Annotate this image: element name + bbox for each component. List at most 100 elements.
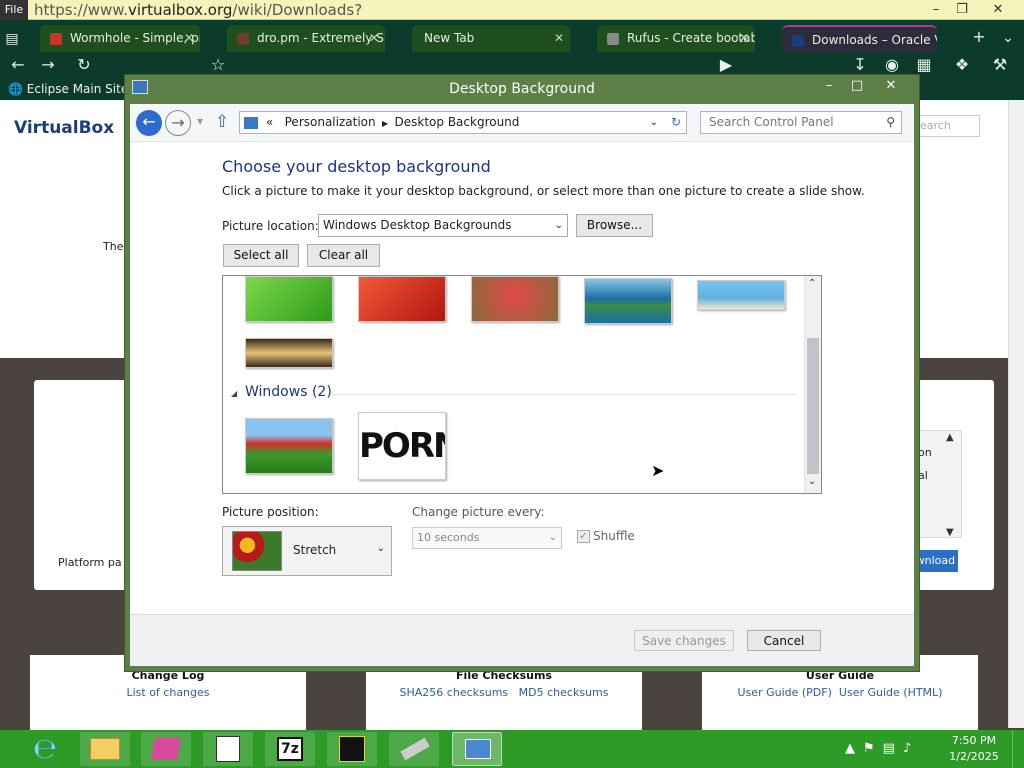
save-changes-button[interactable]: Save changes (634, 630, 734, 651)
shuffle-checkbox[interactable]: ✓ (577, 530, 590, 543)
close-tab-icon[interactable]: ✕ (184, 25, 194, 52)
forward-icon[interactable]: → (36, 54, 60, 76)
page-icon[interactable]: ▦ (912, 54, 936, 76)
bookmark-eclipse[interactable]: 🌐 Eclipse Main Site (8, 80, 128, 98)
new-tab-icon[interactable]: + (968, 26, 990, 48)
volume-icon[interactable]: ♪ (903, 741, 919, 756)
card-link[interactable]: User Guide (PDF) (738, 686, 832, 699)
chevron-down-icon[interactable]: ▼ (946, 527, 954, 538)
download-icon[interactable]: ↧ (848, 54, 872, 76)
search-control-panel-input[interactable]: Search Control Panel ⚲ (700, 111, 902, 134)
card-link[interactable]: SHA256 checksums (400, 686, 509, 699)
breadcrumb-prefix[interactable]: « (266, 115, 273, 129)
picture-location-value: Windows Desktop Backgrounds (323, 218, 512, 232)
card-link[interactable]: MD5 checksums (519, 686, 609, 699)
clear-all-button[interactable]: Clear all (307, 244, 380, 267)
7zip-icon[interactable]: 7z (265, 732, 315, 766)
close-tab-icon[interactable]: ✕ (369, 25, 379, 52)
close-icon[interactable]: ✕ (878, 78, 904, 94)
refresh-icon[interactable]: ↻ (671, 112, 681, 133)
tab-list-icon[interactable]: ▤ (0, 28, 24, 50)
maximize-icon[interactable]: □ (844, 78, 870, 94)
paint-app-icon[interactable] (327, 732, 377, 766)
chevron-down-icon[interactable]: ⌄ (808, 476, 816, 487)
tab-new-tab[interactable]: New Tab ✕ (412, 25, 570, 52)
caret-up-icon[interactable]: ▲ (845, 741, 863, 756)
picture-position-select[interactable]: Stretch ⌄ (222, 526, 392, 576)
extension-icon[interactable]: ◉ (880, 54, 904, 76)
puzzle-icon[interactable]: ❖ (950, 54, 974, 76)
back-arrow-icon[interactable]: ← (136, 110, 162, 136)
wallpaper-thumbnail[interactable] (245, 338, 333, 368)
document-viewer-icon[interactable] (203, 732, 253, 766)
wallpaper-thumbnail[interactable]: PORN (358, 412, 446, 480)
wallpaper-thumbnail[interactable] (584, 278, 672, 324)
show-desktop-button[interactable] (1012, 730, 1024, 768)
page-scrollbar[interactable] (1008, 100, 1024, 728)
virtualbox-logo[interactable]: VirtualBox (14, 118, 114, 138)
tab-rufus[interactable]: Rufus - Create bootabl ✕ (597, 25, 755, 52)
chevron-down-icon: ⌄ (376, 543, 385, 554)
cancel-button[interactable]: Cancel (747, 630, 821, 651)
browse-button[interactable]: Browse... (576, 214, 653, 237)
reload-icon[interactable]: ↻ (72, 54, 96, 76)
file-menu[interactable]: File (0, 0, 28, 20)
file-explorer-icon[interactable] (80, 732, 130, 766)
group-heading[interactable]: Windows (2) (245, 384, 332, 400)
scrollbar-thumb[interactable] (807, 338, 819, 474)
url-text[interactable]: https://www.virtualbox.org/wiki/Download… (34, 0, 362, 20)
wallpaper-thumbnail[interactable] (358, 276, 446, 322)
picture-location-select[interactable]: Windows Desktop Backgrounds ⌄ (318, 214, 568, 237)
select-all-button[interactable]: Select all (223, 244, 299, 267)
usb-drive-icon[interactable] (389, 732, 439, 766)
internet-explorer-icon[interactable]: ℮ (20, 732, 70, 766)
close-tab-icon[interactable]: ✕ (554, 25, 564, 52)
wallpaper-thumbnail[interactable] (471, 276, 559, 322)
network-icon[interactable]: ▤ (883, 741, 903, 756)
mouse-cursor-icon: ➤ (651, 461, 665, 480)
breadcrumb-separator-icon: ▶ (379, 119, 391, 128)
collapse-group-icon[interactable]: ◢ (231, 389, 237, 398)
tab-downloads-oracle[interactable]: Downloads – Oracle Vi (782, 25, 937, 52)
close-tab-icon[interactable]: ✕ (739, 25, 749, 52)
star-icon[interactable]: ☆ (206, 54, 230, 76)
back-icon[interactable]: ← (6, 54, 30, 76)
breadcrumb-desktop-background[interactable]: Desktop Background (395, 115, 520, 129)
tab-dropm[interactable]: dro.pm - Extremely Sho ✕ (227, 25, 385, 52)
chevron-down-icon: ⌄ (548, 532, 557, 543)
wallpaper-thumbnail[interactable] (245, 418, 333, 474)
chevron-up-icon[interactable]: ⌃ (808, 278, 816, 289)
play-icon[interactable]: ▶ (714, 54, 738, 76)
tab-wormhole[interactable]: Wormhole - Simple, pr ✕ (40, 25, 200, 52)
gallery-scrollbar[interactable]: ⌃ ⌄ (804, 276, 821, 493)
chevron-down-icon[interactable]: ▼ (197, 117, 203, 126)
clock[interactable]: 7:50 PM 1/2/2025 (948, 733, 1000, 765)
control-panel-icon[interactable] (452, 732, 502, 766)
forward-arrow-icon[interactable]: → (165, 110, 191, 136)
card-link[interactable]: User Guide (HTML) (839, 686, 943, 699)
search-icon[interactable]: ⚲ (886, 112, 895, 133)
pink-app-icon[interactable] (141, 732, 191, 766)
tab-label: Rufus - Create bootabl (627, 31, 755, 45)
address-bar[interactable]: « Personalization ▶ Desktop Background ⌄… (239, 111, 687, 134)
breadcrumb-personalization[interactable]: Personalization (285, 115, 376, 129)
picture-gallery[interactable]: ◢ Windows (2) PORN ⌃ ⌄ (222, 275, 822, 494)
restore-browser-icon[interactable]: ❐ (950, 0, 974, 20)
chevron-up-icon[interactable]: ▲ (946, 432, 954, 443)
minimize-browser-icon[interactable]: – (924, 0, 948, 20)
picture-position-value: Stretch (293, 543, 337, 557)
chevron-down-icon[interactable]: ⌄ (650, 112, 658, 133)
up-arrow-icon[interactable]: ⇧ (215, 112, 229, 132)
page-description: Click a picture to make it your desktop … (222, 184, 865, 198)
wallpaper-thumbnail[interactable] (245, 276, 333, 322)
bookmark-label: Eclipse Main Site (26, 82, 129, 96)
close-browser-icon[interactable]: ✕ (986, 0, 1010, 20)
card-link[interactable]: List of changes (30, 686, 306, 699)
flag-icon[interactable]: ⚑ (863, 741, 883, 756)
minimize-icon[interactable]: – (816, 78, 842, 94)
change-picture-select[interactable]: 10 seconds ⌄ (412, 527, 562, 549)
clock-date: 1/2/2025 (949, 750, 999, 763)
wallpaper-thumbnail[interactable] (697, 280, 785, 310)
wrench-icon[interactable]: ⚒ (988, 54, 1012, 76)
chevron-down-icon[interactable]: ⌄ (996, 26, 1020, 50)
